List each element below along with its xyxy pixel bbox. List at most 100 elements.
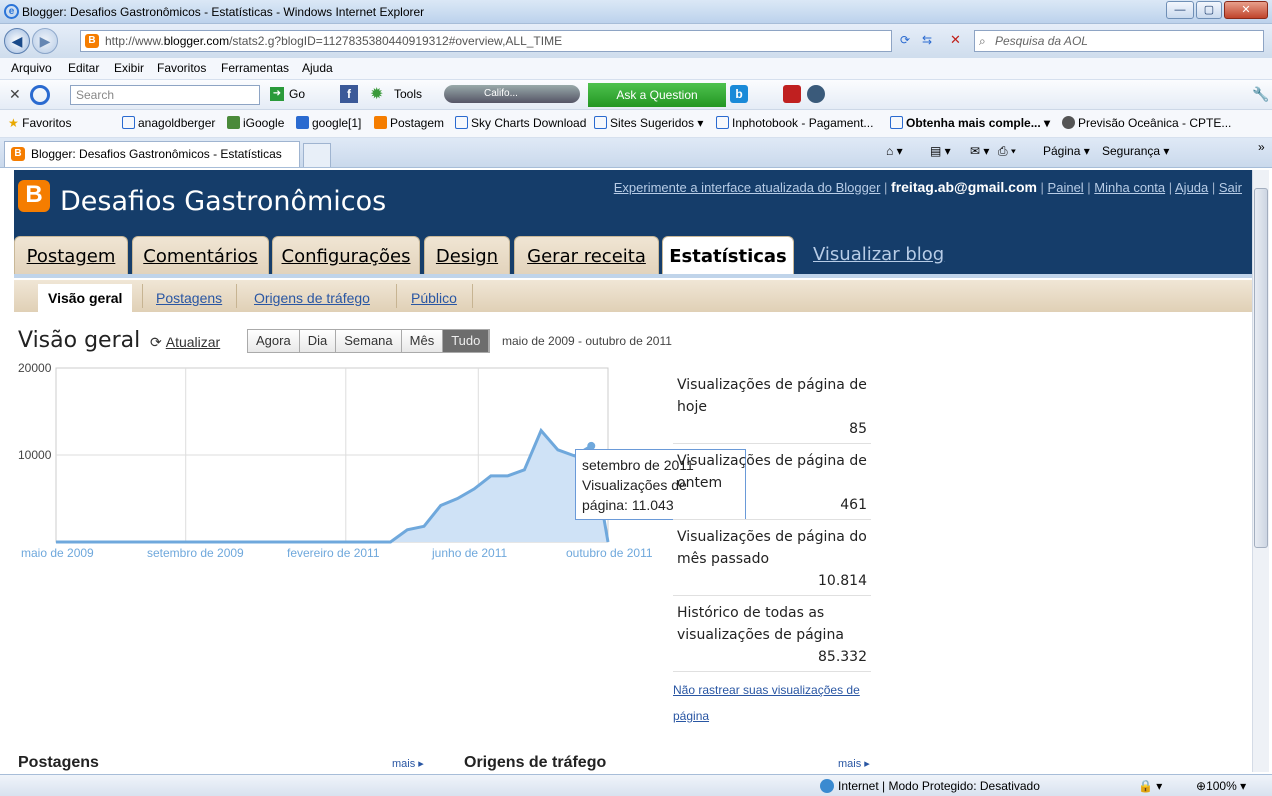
fav-skycharts[interactable]: Sky Charts Download	[455, 116, 586, 130]
tab-gerar-receita[interactable]: Gerar receita	[514, 236, 659, 274]
pagina-menu[interactable]: Página ▾	[1043, 144, 1090, 158]
scrollbar-thumb[interactable]	[1254, 188, 1268, 548]
menu-favoritos[interactable]: Favoritos	[157, 61, 206, 75]
menu-arquivo[interactable]: Arquivo	[11, 61, 52, 75]
subnav-postagens[interactable]: Postagens	[156, 290, 222, 306]
tab-design[interactable]: Design	[424, 236, 510, 274]
blogger-favicon-icon: B	[85, 34, 99, 48]
user-email: freitag.ab@gmail.com	[891, 179, 1037, 195]
page-scrollbar[interactable]	[1252, 170, 1269, 772]
range-buttons: Agora Dia Semana Mês Tudo	[247, 329, 491, 353]
tab-estatisticas[interactable]: Estatísticas	[662, 236, 794, 276]
toolbar-close-icon[interactable]: ✕	[9, 86, 21, 103]
section-origens-title: Origens de tráfego	[464, 754, 607, 771]
zoom-level[interactable]: ⊕100% ▾	[1196, 779, 1246, 793]
subnav-divider	[396, 284, 397, 308]
subnav-origens[interactable]: Origens de tráfego	[254, 290, 370, 306]
sair-link[interactable]: Sair	[1219, 180, 1242, 195]
fav-label: Sites Sugeridos ▾	[610, 116, 704, 130]
aol-search-input[interactable]: ⌕ Pesquisa da AOL	[974, 30, 1264, 52]
painel-link[interactable]: Painel	[1048, 180, 1084, 195]
refresh-icon[interactable]: ⟳	[900, 33, 910, 47]
forward-button[interactable]: ▶	[32, 28, 58, 54]
subnav-divider	[142, 284, 143, 308]
more-chevron-icon[interactable]: »	[1258, 140, 1265, 154]
range-agora[interactable]: Agora	[248, 330, 300, 352]
range-mes[interactable]: Mês	[401, 330, 444, 352]
subnav-divider	[472, 284, 473, 308]
stop-icon[interactable]: ✕	[950, 32, 961, 48]
tab-comentarios[interactable]: Comentários	[132, 236, 269, 274]
range-semana[interactable]: Semana	[336, 330, 402, 352]
fav-google[interactable]: google[1]	[296, 116, 361, 130]
globe-icon[interactable]	[807, 85, 825, 103]
view-blog-link[interactable]: Visualizar blog	[813, 244, 944, 265]
minimize-button[interactable]: —	[1166, 1, 1194, 19]
y-tick-label: 10000	[18, 448, 52, 462]
x-tick-label: fevereiro de 2011	[287, 546, 380, 560]
browser-tab-active[interactable]: B Blogger: Desafios Gastronômicos - Esta…	[4, 141, 300, 167]
gear-icon[interactable]: ✹	[370, 84, 383, 104]
radio-player[interactable]: Califo...	[444, 85, 580, 103]
menu-ajuda[interactable]: Ajuda	[302, 61, 333, 75]
favorites-button[interactable]: ★ Favoritos	[8, 116, 71, 130]
feeds-icon[interactable]: ▤ ▾	[930, 144, 951, 158]
security-icon[interactable]: 🔒 ▾	[1138, 779, 1162, 793]
tab-configuracoes[interactable]: Configurações	[272, 236, 420, 274]
fav-obtenha[interactable]: Obtenha mais comple... ▾	[890, 116, 1050, 130]
url-domain: blogger.com	[163, 34, 230, 48]
x-tick-label: maio de 2009	[21, 546, 94, 560]
tools-button[interactable]: Tools	[394, 87, 422, 101]
maximize-button[interactable]: ▢	[1196, 1, 1222, 19]
toolbar-logo-icon[interactable]	[30, 85, 50, 105]
ie-icon: e	[4, 4, 19, 19]
menu-editar[interactable]: Editar	[68, 61, 99, 75]
wrench-icon[interactable]: 🔧	[1252, 86, 1269, 103]
ajuda-link[interactable]: Ajuda	[1175, 180, 1208, 195]
minha-conta-link[interactable]: Minha conta	[1094, 180, 1165, 195]
print-icon[interactable]: ⎙ ▾	[998, 144, 1016, 159]
b-icon[interactable]: b	[730, 85, 748, 103]
try-new-ui-link[interactable]: Experimente a interface atualizada do Bl…	[614, 180, 881, 195]
favorites-label: Favoritos	[22, 116, 72, 130]
origens-more-link[interactable]: mais ▸	[838, 757, 870, 770]
refresh-small-icon: ⟳	[150, 334, 162, 350]
subnav-publico[interactable]: Público	[411, 290, 457, 306]
subnav-visao-geral[interactable]: Visão geral	[38, 284, 133, 312]
mail-read-icon[interactable]: ✉ ▾	[970, 144, 989, 158]
ask-question-button[interactable]: Ask a Question	[588, 83, 726, 107]
fav-anagoldberger[interactable]: anagoldberger	[122, 116, 215, 130]
tab-postagem[interactable]: Postagem	[14, 236, 128, 274]
menu-exibir[interactable]: Exibir	[114, 61, 144, 75]
range-tudo[interactable]: Tudo	[443, 330, 490, 352]
stat-value: 461	[840, 497, 867, 513]
back-button[interactable]: ◀	[4, 28, 30, 54]
facebook-icon[interactable]: f	[340, 85, 358, 103]
star-icon: ★	[8, 116, 19, 130]
url-field[interactable]: B http://www.blogger.com/stats2.g?blogID…	[80, 30, 892, 52]
go-button[interactable]: Go	[289, 87, 305, 101]
fav-previsao[interactable]: Previsão Oceânica - CPTE...	[1062, 116, 1231, 130]
postagens-more-link[interactable]: mais ▸	[392, 757, 424, 770]
mail-icon[interactable]	[783, 85, 801, 103]
refresh-link[interactable]: ⟳ Atualizar	[150, 334, 220, 351]
page-icon	[716, 116, 729, 129]
menu-ferramentas[interactable]: Ferramentas	[221, 61, 289, 75]
fav-sites-sugeridos[interactable]: Sites Sugeridos ▾	[594, 116, 703, 130]
home-icon[interactable]: ⌂ ▾	[886, 144, 903, 158]
dont-track-link[interactable]: Não rastrear suas visualizações de págin…	[673, 677, 873, 729]
compat-icon[interactable]: ⇆	[922, 33, 932, 47]
go-icon[interactable]: ➜	[270, 87, 284, 101]
header-divider	[14, 274, 1252, 278]
fav-inphotobook[interactable]: Inphotobook - Pagament...	[716, 116, 873, 130]
date-range: maio de 2009 - outubro de 2011	[502, 334, 672, 348]
range-dia[interactable]: Dia	[299, 330, 337, 352]
blogger-icon	[374, 116, 387, 129]
fav-igoogle[interactable]: iGoogle	[227, 116, 284, 130]
fav-postagem[interactable]: Postagem	[374, 116, 444, 130]
new-tab-button[interactable]	[303, 143, 331, 167]
close-button[interactable]: ✕	[1224, 1, 1268, 19]
seguranca-menu[interactable]: Segurança ▾	[1102, 144, 1169, 158]
page-icon	[890, 116, 903, 129]
toolbar-search-input[interactable]: Search	[70, 85, 260, 105]
